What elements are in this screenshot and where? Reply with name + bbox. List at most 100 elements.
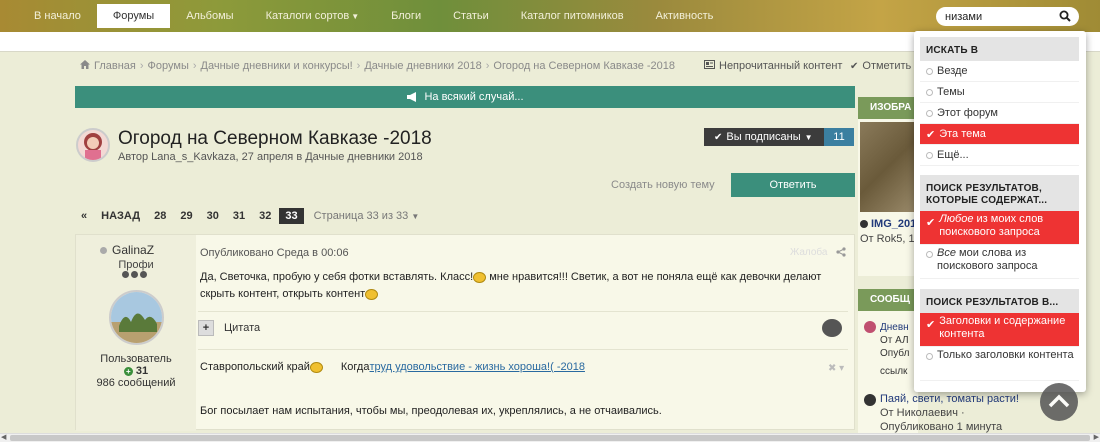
horizontal-scrollbar[interactable]: ◀ ▶: [0, 433, 1100, 442]
scroll-left-icon[interactable]: ◀: [1, 434, 6, 442]
sidebar-msg-2: Паяй, свети, томаты расти! От Николаевич…: [880, 392, 1040, 434]
smiley-icon: [365, 288, 379, 300]
scroll-top-button[interactable]: [1040, 383, 1078, 421]
breadcrumb: Главная › Форумы › Дачные дневники и конку…: [80, 60, 679, 72]
scope-option-this-topic[interactable]: ✔ Эта тема: [920, 124, 1079, 145]
page-link[interactable]: 31: [227, 208, 251, 224]
nav-home[interactable]: В начало: [18, 4, 97, 28]
announcement-bar[interactable]: На всякий случай...: [75, 86, 855, 108]
search-icon[interactable]: [1059, 10, 1071, 25]
post-text-1: Да, Светочка, пробую у себя фотки вставл…: [200, 271, 474, 283]
user-avatar[interactable]: [109, 290, 164, 345]
match-any-em: Любое: [939, 213, 974, 225]
mark-read-label: Отметить: [862, 60, 912, 72]
search-options-dropdown: ИСКАТЬ В Везде Темы Этот форум ✔ Эта тема…: [914, 31, 1086, 392]
in-option-titles-content[interactable]: ✔ Заголовки и содержание контента: [920, 313, 1079, 347]
page-link[interactable]: 30: [201, 208, 225, 224]
nav-albums[interactable]: Альбомы: [170, 4, 249, 28]
scope-option-label: Темы: [937, 86, 965, 98]
offline-dot-icon: [100, 246, 107, 254]
scope-option-label: Этот форум: [937, 107, 998, 119]
page-link[interactable]: 32: [253, 208, 277, 224]
new-topic-link[interactable]: Создать новую тему: [611, 179, 715, 191]
reaction-avatar[interactable]: [822, 319, 842, 337]
mark-read-link[interactable]: ✔ Отметить: [850, 60, 911, 72]
msg1-title[interactable]: Дневн: [880, 321, 909, 334]
nav-forums[interactable]: Форумы: [96, 4, 171, 28]
user-group: Пользователь: [100, 353, 172, 365]
caret-down-icon: ▼: [804, 132, 813, 142]
in-option-label: Только заголовки контента: [937, 349, 1074, 361]
post: GalinaZ Профи Пользователь +31 986 сообщ…: [75, 234, 855, 431]
radio-icon: [926, 88, 933, 96]
msg2-pub: Опубликовано 1 минута: [880, 421, 1003, 433]
crumb-forums[interactable]: Форумы: [148, 60, 189, 72]
sidebar-image-name-text: IMG_201: [871, 218, 917, 230]
post-username[interactable]: GalinaZ: [100, 243, 154, 257]
announcement-text: На всякий случай...: [424, 91, 524, 103]
search-input[interactable]: [945, 7, 1057, 26]
share-icon[interactable]: [836, 247, 846, 260]
crumb-sep: ›: [139, 60, 144, 72]
topic-author-line: Автор Lana_s_Kavkaza, 27 апреля в Дачные…: [118, 151, 423, 163]
crumb-diaries-2018[interactable]: Дачные дневники 2018: [364, 60, 481, 72]
check-icon: ✔: [926, 319, 936, 331]
sig-link[interactable]: труд удовольствие - жизнь хороша!( -2018: [369, 361, 584, 373]
crumb-current: Огород на Северном Кавказе -2018: [493, 60, 676, 72]
scope-option-this-forum[interactable]: Этот форум: [920, 103, 1079, 124]
post-username-text: GalinaZ: [112, 243, 155, 257]
smiley-icon: [309, 361, 323, 373]
in-option-titles-only[interactable]: Только заголовки контента: [920, 347, 1079, 381]
match-option-all[interactable]: Все мои слова из поискового запроса: [920, 245, 1079, 279]
msg1-link[interactable]: ссылк: [880, 365, 909, 378]
scope-option-everywhere[interactable]: Везде: [920, 61, 1079, 82]
chevron-up-icon: [1048, 394, 1070, 408]
main-nav: В начало Форумы Альбомы Каталоги сортов ▼…: [18, 4, 729, 28]
msg-avatar[interactable]: [864, 394, 876, 406]
megaphone-icon: [407, 92, 417, 102]
user-rank: Профи: [118, 259, 154, 271]
nav-catalogs-label: Каталоги сортов: [265, 10, 350, 22]
nav-activity[interactable]: Активность: [640, 4, 730, 28]
radio-icon: [926, 251, 933, 258]
match-option-any[interactable]: ✔ Любое из моих слов поискового запроса: [920, 211, 1079, 245]
report-link[interactable]: Жалоба: [790, 247, 827, 258]
scroll-right-icon[interactable]: ▶: [1094, 434, 1099, 442]
nav-nurseries[interactable]: Каталог питомников: [505, 4, 640, 28]
msg2-title[interactable]: Паяй, свети, томаты расти!: [880, 392, 1040, 406]
topic-title: Огород на Северном Кавказе -2018: [118, 128, 432, 149]
prev-page-button[interactable]: НАЗАД: [95, 208, 146, 224]
scope-option-topics[interactable]: Темы: [920, 82, 1079, 103]
signature-tools-icon[interactable]: ✖ ▾: [828, 363, 844, 374]
page-link[interactable]: 29: [174, 208, 198, 224]
search-in-title: ПОИСК РЕЗУЛЬТАТОВ В...: [920, 289, 1079, 313]
unread-content-link[interactable]: Непрочитанный контент: [704, 60, 842, 72]
reply-button[interactable]: Ответить: [731, 173, 855, 197]
sidebar-image-name[interactable]: IMG_201: [860, 218, 916, 230]
page-info-dropdown[interactable]: Страница 33 из 33 ▼: [314, 210, 420, 222]
first-page-icon[interactable]: «: [75, 208, 93, 224]
quote-button[interactable]: + Цитата: [198, 320, 260, 336]
crumb-sep: ›: [356, 60, 361, 72]
signature: Ставропольский край Когда труд удовольст…: [200, 361, 585, 373]
msg-avatar[interactable]: [864, 321, 876, 333]
sidebar-image-thumb[interactable]: [860, 122, 916, 212]
scope-option-more[interactable]: Ещё...: [920, 145, 1079, 166]
crumb-diaries[interactable]: Дачные дневники и конкурсы!: [201, 60, 353, 72]
sig-when: Когда: [340, 361, 370, 373]
radio-icon: [926, 151, 933, 159]
scrollbar-thumb[interactable]: [10, 435, 1090, 441]
crumb-home[interactable]: Главная: [94, 60, 136, 72]
dot-icon: [860, 220, 868, 228]
check-icon: ✔: [926, 217, 936, 229]
crumb-sep: ›: [192, 60, 197, 72]
plus-icon: +: [123, 366, 133, 376]
subscribed-button[interactable]: ✔ Вы подписаны ▼ 11: [704, 128, 854, 146]
page-link[interactable]: 28: [148, 208, 172, 224]
author-avatar[interactable]: [76, 128, 110, 162]
nav-blogs[interactable]: Блоги: [375, 4, 437, 28]
match-any-text: Любое из моих слов поискового запроса: [939, 213, 1079, 239]
nav-catalogs[interactable]: Каталоги сортов ▼: [250, 4, 376, 28]
nav-articles[interactable]: Статьи: [437, 4, 505, 28]
radio-icon: [926, 67, 933, 75]
